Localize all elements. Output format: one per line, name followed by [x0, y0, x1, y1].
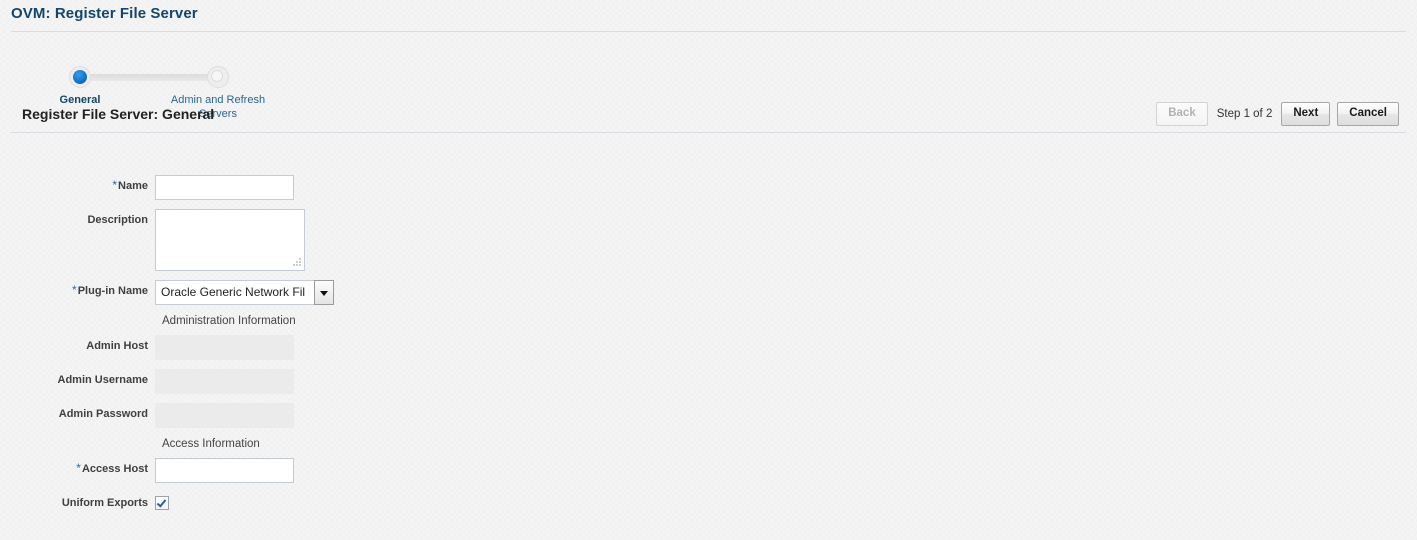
required-marker-plugin-name: *: [72, 283, 77, 297]
wizard-train: General Admin and Refresh Servers: [0, 32, 1417, 120]
control-access-host: [155, 458, 294, 483]
train-track: [88, 74, 218, 81]
control-admin-host: [155, 335, 294, 360]
label-description: Description: [87, 214, 148, 226]
control-description: [155, 209, 305, 271]
check-icon: [156, 497, 167, 508]
field-row-uniform-exports: Uniform Exports: [0, 492, 1417, 513]
next-button[interactable]: Next: [1281, 102, 1331, 126]
label-uniform-exports: Uniform Exports: [61, 497, 148, 509]
wizard-actions: Back Step 1 of 2 Next Cancel: [1156, 102, 1406, 126]
control-admin-username: [155, 369, 294, 394]
cancel-button[interactable]: Cancel: [1337, 102, 1399, 126]
field-row-description: Description: [0, 209, 1417, 271]
control-plugin-name: Oracle Generic Network Fil: [155, 280, 334, 305]
back-button[interactable]: Back: [1156, 102, 1208, 126]
access-information-header: Access Information: [162, 438, 260, 450]
section-header: Register File Server: General Back Step …: [0, 96, 1417, 132]
train-stop-dot-pending: [211, 70, 223, 82]
control-name: [155, 175, 294, 200]
label-admin-username: Admin Username: [57, 374, 148, 386]
label-name: *Name: [0, 175, 155, 192]
plugin-name-dropdown-button[interactable]: [314, 280, 334, 305]
label-admin-password: Admin Password: [58, 408, 148, 420]
uniform-exports-checkbox[interactable]: [155, 496, 169, 510]
plugin-name-selected-value: Oracle Generic Network Fil: [155, 280, 314, 305]
admin-password-input: [155, 403, 294, 428]
train-stop-admin-and-refresh-servers[interactable]: [207, 66, 229, 88]
chevron-down-icon: [320, 290, 328, 296]
section-title: Register File Server: General: [22, 106, 215, 122]
page-title-bar: OVM: Register File Server: [0, 0, 1417, 31]
label-plugin-name: *Plug-in Name: [0, 280, 155, 297]
control-admin-password: [155, 403, 294, 428]
field-row-admin-password: Admin Password: [0, 403, 1417, 428]
field-row-plugin-name: *Plug-in Name Oracle Generic Network Fil: [0, 280, 1417, 305]
label-access-host: *Access Host: [0, 458, 155, 475]
name-input[interactable]: [155, 175, 294, 200]
control-uniform-exports: [155, 492, 169, 513]
access-host-input[interactable]: [155, 458, 294, 483]
plugin-name-select[interactable]: Oracle Generic Network Fil: [155, 280, 334, 305]
label-plugin-name-text: Plug-in Name: [77, 285, 148, 297]
label-admin-host: Admin Host: [86, 340, 148, 352]
page-title: OVM: Register File Server: [11, 5, 198, 22]
step-indicator-text: Step 1 of 2: [1216, 108, 1273, 120]
administration-information-header: Administration Information: [162, 315, 296, 327]
label-access-host-text: Access Host: [81, 463, 148, 475]
admin-host-input: [155, 335, 294, 360]
description-textarea[interactable]: [155, 209, 305, 271]
field-row-access-host: *Access Host: [0, 458, 1417, 483]
label-name-text: Name: [118, 180, 148, 192]
train-stop-dot-active: [73, 70, 87, 84]
register-file-server-form: *Name Description *Plug-in Name Oracle G…: [0, 133, 1417, 513]
field-row-admin-host: Admin Host: [0, 335, 1417, 360]
train-stop-general[interactable]: [69, 66, 91, 88]
required-marker-access-host: *: [76, 461, 81, 475]
admin-username-input: [155, 369, 294, 394]
field-row-name: *Name: [0, 175, 1417, 200]
field-row-admin-username: Admin Username: [0, 369, 1417, 394]
required-marker-name: *: [112, 178, 118, 192]
